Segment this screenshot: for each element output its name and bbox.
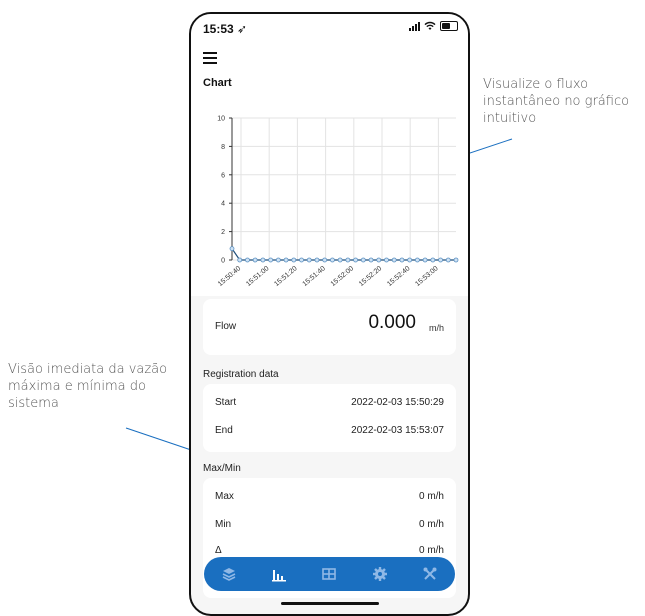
- status-time: 15:53 ➶: [203, 22, 248, 36]
- data-point: [260, 257, 266, 263]
- data-point: [368, 257, 374, 263]
- data-point: [283, 257, 289, 263]
- data-point: [229, 246, 235, 252]
- tab-layers[interactable]: [219, 564, 239, 584]
- flow-chart-svg: 024681015:50:40 15:51:00 15:51:20 15:51:40 1…: [217, 116, 459, 288]
- flow-value: 0.000: [368, 312, 416, 333]
- phone-frame: 15:53 ➶ Chart 0 2 4 6 8 10 15:50:40 15:51:00 15:…: [189, 12, 470, 616]
- tab-table[interactable]: [319, 564, 339, 584]
- registration-card: Start 2022-02-03 15:50:29 End 2022-02-03…: [203, 384, 456, 452]
- y-tick-label: 0: [221, 258, 225, 265]
- x-tick-label: 15:52:40: [386, 265, 411, 288]
- cellular-signal-icon: [409, 21, 420, 31]
- x-tick-label: 15:51:20: [273, 265, 298, 288]
- y-tick-label: 2: [221, 229, 225, 236]
- tab-chart[interactable]: [269, 564, 289, 584]
- data-point: [422, 257, 428, 263]
- tools-icon: [423, 567, 437, 580]
- x-tick-label: 15:52:20: [358, 265, 383, 288]
- data-point: [353, 257, 358, 263]
- data-point: [252, 257, 258, 263]
- y-tick-label: 4: [221, 201, 225, 208]
- data-point: [360, 257, 366, 263]
- data-point: [306, 257, 312, 263]
- data-point: [237, 257, 243, 263]
- status-bar: 15:53 ➶: [191, 14, 468, 42]
- row-value: 2022-02-03 15:50:29: [351, 397, 444, 408]
- registration-row-start: Start 2022-02-03 15:50:29: [215, 397, 444, 408]
- row-value: 0 m/h: [418, 545, 444, 556]
- row-label: Start: [215, 397, 237, 408]
- flow-chart: 0 2 4 6 8 10 15:50:40 15:51:00 15:51:20 15:51:40 1…: [191, 96, 468, 296]
- x-tick-label: 15:52:00: [330, 265, 355, 288]
- data-point: [438, 257, 443, 263]
- minmax-annotation: Visão imediata da vazão máxima e mínima …: [8, 362, 168, 411]
- bar-chart-icon: [272, 570, 287, 582]
- data-point: [330, 257, 335, 263]
- menu-icon[interactable]: [203, 52, 217, 64]
- x-tick-label: 15:50:40: [217, 265, 242, 288]
- y-tick-label: 6: [221, 172, 225, 179]
- maxmin-row-max: Max 0 m/h: [215, 491, 444, 502]
- data-point: [445, 257, 451, 263]
- data-point: [268, 257, 274, 263]
- home-indicator: [281, 602, 379, 605]
- data-point: [414, 257, 420, 263]
- data-point: [391, 257, 397, 263]
- data-point: [384, 257, 389, 263]
- data-point: [337, 257, 343, 263]
- gear-icon: [372, 567, 387, 581]
- data-point: [376, 257, 382, 263]
- data-point: [275, 257, 281, 263]
- x-tick-label: 15:53:00: [414, 265, 439, 288]
- wifi-icon: [424, 21, 436, 30]
- row-label: Δ: [215, 545, 222, 556]
- data-point: [245, 257, 250, 263]
- row-value: 0 m/h: [418, 519, 444, 530]
- registration-section-label: Registration data: [203, 369, 279, 380]
- bottom-tab-bar: [204, 557, 455, 591]
- data-point: [345, 257, 351, 263]
- y-tick-label: 8: [221, 144, 225, 151]
- flow-label: Flow: [215, 321, 237, 332]
- row-label: End: [215, 425, 233, 436]
- maxmin-section-label: Max/Min: [203, 463, 241, 474]
- data-point: [453, 257, 459, 263]
- top-bar: Chart: [191, 42, 468, 96]
- row-value: 0 m/h: [418, 491, 444, 502]
- x-tick-label: 15:51:00: [245, 265, 270, 288]
- data-point: [322, 257, 328, 263]
- flow-card: Flow 0.000 m/h: [203, 299, 456, 355]
- data-point: [407, 257, 413, 263]
- layers-icon: [222, 568, 236, 581]
- tab-tools[interactable]: [420, 564, 440, 584]
- row-label: Min: [215, 519, 232, 530]
- flow-unit: m/h: [428, 323, 444, 333]
- page-title: Chart: [203, 77, 232, 89]
- maxmin-row-min: Min 0 m/h: [215, 519, 444, 530]
- chart-annotation: Visualize o fluxo instantâneo no gráfico…: [483, 77, 630, 126]
- location-arrow-icon: ➶: [237, 22, 248, 36]
- data-point: [291, 257, 297, 263]
- row-label: Max: [215, 491, 234, 502]
- data-point: [314, 257, 320, 263]
- series-line: [231, 248, 456, 261]
- y-tick-label: 10: [217, 116, 225, 123]
- registration-row-end: End 2022-02-03 15:53:07: [215, 425, 444, 436]
- data-point: [430, 257, 436, 263]
- table-icon: [322, 568, 337, 580]
- battery-icon: [440, 21, 458, 31]
- row-value: 2022-02-03 15:53:07: [351, 425, 444, 436]
- data-point: [399, 257, 405, 263]
- maxmin-row-delta: Δ 0 m/h: [215, 545, 444, 556]
- tab-settings[interactable]: [370, 564, 390, 584]
- x-tick-label: 15:51:40: [302, 265, 327, 288]
- data-point: [299, 257, 304, 263]
